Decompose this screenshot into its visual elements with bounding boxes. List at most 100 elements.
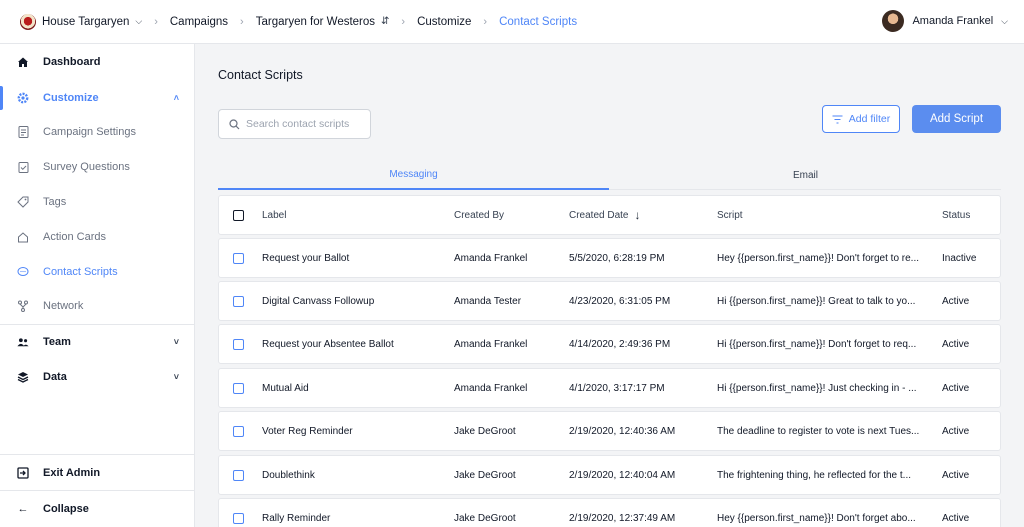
row-script: Hi {{person.first_name}}! Don't forget t… bbox=[717, 338, 917, 350]
sidebar-item-team[interactable]: Team ˅ bbox=[0, 327, 195, 357]
row-script: Hey {{person.first_name}}! Don't forget … bbox=[717, 512, 916, 524]
row-created-by: Jake DeGroot bbox=[454, 512, 516, 524]
row-status: Active bbox=[942, 469, 970, 481]
row-created-date: 4/23/2020, 6:31:05 PM bbox=[569, 295, 671, 307]
row-created-by: Amanda Frankel bbox=[454, 252, 528, 264]
row-created-by: Jake DeGroot bbox=[454, 469, 516, 481]
sidebar-item-exit-admin[interactable]: Exit Admin bbox=[0, 458, 195, 488]
search-input[interactable] bbox=[246, 118, 366, 130]
org-name: House Targaryen bbox=[42, 15, 130, 28]
org-switcher[interactable]: House Targaryen ⌵ bbox=[20, 13, 143, 30]
main-content: Contact Scripts Add filter Add Script Me… bbox=[195, 44, 1024, 527]
sidebar-item-campaign-settings[interactable]: Campaign Settings bbox=[0, 117, 195, 147]
row-script: Hi {{person.first_name}}! Just checking … bbox=[717, 382, 917, 394]
row-label: Mutual Aid bbox=[262, 382, 309, 394]
sidebar-item-network[interactable]: Network bbox=[0, 291, 195, 321]
row-created-date: 5/5/2020, 6:28:19 PM bbox=[569, 252, 665, 264]
breadcrumb-customize[interactable]: Customize bbox=[417, 16, 471, 28]
tab-messaging[interactable]: Messaging bbox=[218, 160, 609, 190]
avatar bbox=[882, 10, 905, 32]
user-menu[interactable]: Amanda Frankel ⌵ bbox=[882, 10, 1008, 32]
sidebar-item-collapse[interactable]: ← Collapse bbox=[0, 494, 195, 524]
row-label: Voter Reg Reminder bbox=[262, 425, 353, 437]
table-row[interactable]: Digital Canvass Followup Amanda Tester 4/2… bbox=[218, 281, 1001, 321]
tab-bar: Messaging Email bbox=[218, 160, 1001, 190]
column-header-created-date[interactable]: Created Date ↓ bbox=[569, 196, 709, 234]
table-row[interactable]: Voter Reg Reminder Jake DeGroot 2/19/2020,… bbox=[218, 411, 1001, 451]
layers-icon bbox=[17, 371, 29, 383]
sidebar-item-dashboard[interactable]: Dashboard bbox=[0, 47, 195, 77]
sidebar-divider bbox=[0, 324, 195, 325]
add-filter-button[interactable]: Add filter bbox=[822, 105, 900, 133]
row-checkbox[interactable] bbox=[233, 338, 244, 350]
network-icon bbox=[17, 300, 29, 312]
row-script: Hi {{person.first_name}}! Great to talk … bbox=[717, 295, 916, 307]
sidebar-divider bbox=[0, 454, 195, 455]
row-status: Active bbox=[942, 295, 970, 307]
table-row[interactable]: Request your Ballot Amanda Frankel 5/5/202… bbox=[218, 238, 1001, 278]
user-name: Amanda Frankel bbox=[912, 15, 994, 27]
breadcrumb-separator-icon: › bbox=[401, 15, 406, 28]
breadcrumb-separator-icon: › bbox=[154, 15, 158, 28]
page-title: Contact Scripts bbox=[218, 68, 303, 82]
gear-icon bbox=[17, 92, 29, 104]
top-bar: House Targaryen ⌵ › Campaigns › Targarye… bbox=[0, 0, 1024, 44]
breadcrumb: House Targaryen ⌵ › Campaigns › Targarye… bbox=[20, 13, 577, 30]
sidebar-item-contact-scripts[interactable]: Contact Scripts bbox=[0, 257, 195, 287]
chevron-down-icon: ⌵ bbox=[135, 16, 143, 26]
row-script: The deadline to register to vote is next… bbox=[717, 425, 920, 437]
sidebar-item-tags[interactable]: Tags bbox=[0, 187, 195, 217]
column-header-created-by[interactable]: Created By bbox=[454, 196, 564, 234]
column-header-script[interactable]: Script bbox=[717, 196, 929, 234]
column-header-label[interactable]: Label bbox=[262, 196, 447, 234]
select-all-checkbox[interactable] bbox=[233, 209, 244, 221]
table-row[interactable]: Doublethink Jake DeGroot 2/19/2020, 12:40:… bbox=[218, 455, 1001, 495]
row-status: Inactive bbox=[942, 252, 977, 264]
up-down-chevron-icon: ⇵ bbox=[381, 16, 390, 27]
row-script: Hey {{person.first_name}}! Don't forget … bbox=[717, 252, 920, 264]
row-checkbox[interactable] bbox=[233, 382, 244, 394]
row-created-date: 2/19/2020, 12:37:49 AM bbox=[569, 512, 676, 524]
row-checkbox[interactable] bbox=[233, 512, 244, 524]
table-header: Label Created By Created Date ↓ Script S… bbox=[218, 195, 1001, 235]
filter-icon bbox=[832, 115, 843, 123]
row-created-by: Jake DeGroot bbox=[454, 425, 516, 437]
document-icon bbox=[17, 126, 29, 138]
campaign-switcher[interactable]: Targaryen for Westeros ⇵ bbox=[256, 16, 390, 28]
sidebar-divider bbox=[0, 490, 195, 491]
home-icon bbox=[17, 56, 29, 68]
sidebar-item-survey-questions[interactable]: Survey Questions bbox=[0, 152, 195, 182]
house-outline-icon bbox=[17, 231, 29, 243]
row-label: Rally Reminder bbox=[262, 512, 331, 524]
table-row[interactable]: Mutual Aid Amanda Frankel 4/1/2020, 3:17:1… bbox=[218, 368, 1001, 408]
sidebar-item-data[interactable]: Data ˅ bbox=[0, 362, 195, 392]
column-header-status[interactable]: Status bbox=[942, 196, 997, 234]
row-checkbox[interactable] bbox=[233, 295, 244, 307]
row-label: Doublethink bbox=[262, 469, 315, 481]
row-created-date: 4/14/2020, 2:49:36 PM bbox=[569, 338, 671, 350]
search-icon bbox=[229, 118, 240, 129]
chevron-down-icon: ⌵ bbox=[1001, 15, 1008, 26]
chevron-down-icon: ˅ bbox=[173, 372, 179, 382]
tab-email[interactable]: Email bbox=[610, 160, 1001, 190]
row-label: Request your Ballot bbox=[262, 252, 350, 264]
add-script-button[interactable]: Add Script bbox=[912, 105, 1001, 133]
row-created-date: 2/19/2020, 12:40:04 AM bbox=[569, 469, 676, 481]
row-checkbox[interactable] bbox=[233, 425, 244, 437]
breadcrumb-separator-icon: › bbox=[240, 15, 244, 28]
row-checkbox[interactable] bbox=[233, 469, 244, 481]
breadcrumb-campaigns[interactable]: Campaigns bbox=[170, 16, 228, 28]
sidebar-item-customize[interactable]: Customize ˄ bbox=[0, 83, 195, 113]
row-status: Active bbox=[942, 512, 970, 524]
row-status: Active bbox=[942, 382, 970, 394]
row-checkbox[interactable] bbox=[233, 252, 244, 264]
row-created-date: 2/19/2020, 12:40:36 AM bbox=[569, 425, 676, 437]
sidebar-item-action-cards[interactable]: Action Cards bbox=[0, 222, 195, 252]
table-row[interactable]: Request your Absentee Ballot Amanda Frank… bbox=[218, 324, 1001, 364]
table-row[interactable]: Rally Reminder Jake DeGroot 2/19/2020, 12:… bbox=[218, 498, 1001, 527]
breadcrumb-separator-icon: › bbox=[483, 15, 488, 28]
row-created-by: Amanda Tester bbox=[454, 295, 522, 307]
search-box[interactable] bbox=[218, 109, 371, 139]
row-created-by: Amanda Frankel bbox=[454, 338, 528, 350]
sidebar: Dashboard Customize ˄ Campaign Settings … bbox=[0, 44, 195, 527]
